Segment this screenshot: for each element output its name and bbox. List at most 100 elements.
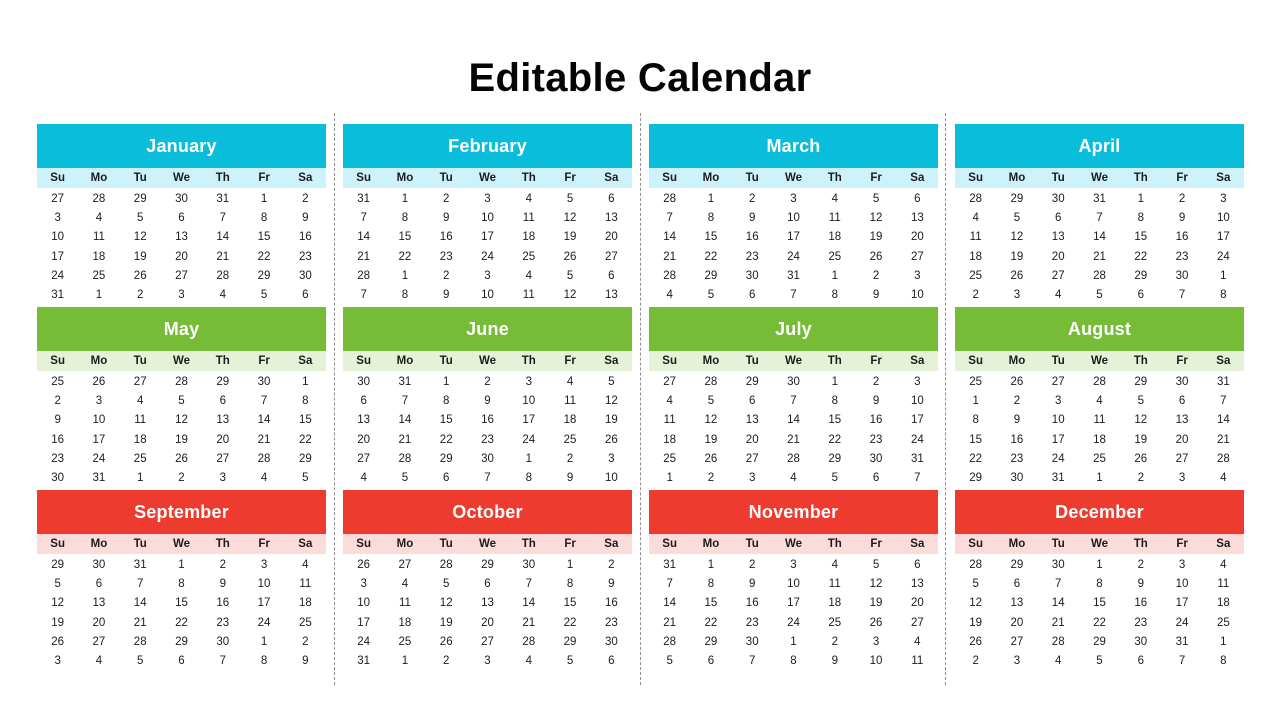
day-cell[interactable]: 4: [1079, 392, 1120, 411]
day-cell[interactable]: 4: [1203, 469, 1244, 488]
day-cell[interactable]: 30: [243, 373, 284, 392]
day-cell[interactable]: 18: [814, 594, 855, 613]
month-block[interactable]: March Su Mo Tu We Th Fr Sa 28 1 2 3 4 5 6 7 8 9 10 11 12 13 14…: [649, 124, 938, 307]
day-cell[interactable]: 4: [1203, 556, 1244, 575]
day-cell[interactable]: 8: [285, 392, 326, 411]
day-cell[interactable]: 10: [773, 575, 814, 594]
day-cell[interactable]: 23: [855, 431, 896, 450]
day-cell[interactable]: 7: [649, 209, 690, 228]
day-cell[interactable]: 28: [649, 190, 690, 209]
day-cell[interactable]: 14: [120, 594, 161, 613]
day-cell[interactable]: 20: [202, 431, 243, 450]
day-cell[interactable]: 29: [161, 633, 202, 652]
day-cell[interactable]: 6: [343, 392, 384, 411]
day-cell[interactable]: 17: [1161, 594, 1202, 613]
month-block[interactable]: November Su Mo Tu We Th Fr Sa 31 1 2 3 4 5 6 7 8 9 10 11 12 1…: [649, 490, 938, 673]
day-cell[interactable]: 8: [508, 469, 549, 488]
day-cell[interactable]: 10: [508, 392, 549, 411]
day-cell[interactable]: 4: [508, 190, 549, 209]
day-cell[interactable]: 10: [243, 575, 284, 594]
day-cell[interactable]: 22: [426, 431, 467, 450]
day-cell[interactable]: 28: [955, 556, 996, 575]
day-cell[interactable]: 27: [202, 450, 243, 469]
day-cell[interactable]: 5: [814, 469, 855, 488]
day-cell[interactable]: 23: [1161, 248, 1202, 267]
day-cell[interactable]: 20: [732, 431, 773, 450]
day-cell[interactable]: 6: [426, 469, 467, 488]
day-cell[interactable]: 28: [202, 267, 243, 286]
day-cell[interactable]: 6: [732, 286, 773, 305]
day-cell[interactable]: 23: [426, 248, 467, 267]
day-cell[interactable]: 6: [1120, 286, 1161, 305]
day-cell[interactable]: 12: [549, 286, 590, 305]
day-cell[interactable]: 2: [285, 633, 326, 652]
day-cell[interactable]: 19: [161, 431, 202, 450]
day-cell[interactable]: 4: [508, 267, 549, 286]
day-cell[interactable]: 7: [202, 209, 243, 228]
day-cell[interactable]: 18: [649, 431, 690, 450]
day-cell[interactable]: 7: [1079, 209, 1120, 228]
day-cell[interactable]: 27: [37, 190, 78, 209]
day-cell[interactable]: 15: [426, 411, 467, 430]
day-cell[interactable]: 13: [1038, 228, 1079, 247]
day-cell[interactable]: 8: [773, 652, 814, 671]
day-cell[interactable]: 21: [1079, 248, 1120, 267]
day-cell[interactable]: 26: [549, 248, 590, 267]
day-cell[interactable]: 8: [426, 392, 467, 411]
day-cell[interactable]: 7: [243, 392, 284, 411]
day-cell[interactable]: 2: [855, 373, 896, 392]
day-cell[interactable]: 11: [814, 575, 855, 594]
day-cell[interactable]: 13: [202, 411, 243, 430]
day-cell[interactable]: 2: [549, 450, 590, 469]
month-block[interactable]: December Su Mo Tu We Th Fr Sa 28 29 30 1 2 3 4 5 6 7 8 9 10 1…: [955, 490, 1244, 673]
day-cell[interactable]: 31: [1203, 373, 1244, 392]
day-cell[interactable]: 3: [467, 652, 508, 671]
day-cell[interactable]: 11: [814, 209, 855, 228]
day-cell[interactable]: 3: [1038, 392, 1079, 411]
day-cell[interactable]: 25: [955, 267, 996, 286]
day-cell[interactable]: 28: [1203, 450, 1244, 469]
day-cell[interactable]: 9: [814, 652, 855, 671]
day-cell[interactable]: 9: [37, 411, 78, 430]
day-cell[interactable]: 13: [343, 411, 384, 430]
day-cell[interactable]: 9: [426, 286, 467, 305]
day-cell[interactable]: 15: [549, 594, 590, 613]
day-cell[interactable]: 21: [120, 614, 161, 633]
day-cell[interactable]: 13: [591, 286, 632, 305]
day-cell[interactable]: 11: [897, 652, 938, 671]
day-cell[interactable]: 31: [343, 190, 384, 209]
day-cell[interactable]: 29: [996, 556, 1037, 575]
day-cell[interactable]: 11: [649, 411, 690, 430]
day-cell[interactable]: 27: [996, 633, 1037, 652]
day-cell[interactable]: 7: [508, 575, 549, 594]
day-cell[interactable]: 29: [202, 373, 243, 392]
day-cell[interactable]: 3: [243, 556, 284, 575]
day-cell[interactable]: 12: [855, 575, 896, 594]
day-cell[interactable]: 4: [955, 209, 996, 228]
day-cell[interactable]: 1: [243, 190, 284, 209]
day-cell[interactable]: 16: [202, 594, 243, 613]
day-cell[interactable]: 25: [814, 248, 855, 267]
day-cell[interactable]: 30: [773, 373, 814, 392]
day-cell[interactable]: 9: [855, 392, 896, 411]
day-cell[interactable]: 2: [161, 469, 202, 488]
day-cell[interactable]: 29: [1079, 633, 1120, 652]
day-cell[interactable]: 2: [814, 633, 855, 652]
day-cell[interactable]: 3: [161, 286, 202, 305]
day-cell[interactable]: 24: [37, 267, 78, 286]
day-cell[interactable]: 24: [508, 431, 549, 450]
day-cell[interactable]: 5: [549, 190, 590, 209]
day-cell[interactable]: 29: [467, 556, 508, 575]
day-cell[interactable]: 14: [773, 411, 814, 430]
day-cell[interactable]: 22: [243, 248, 284, 267]
day-cell[interactable]: 10: [37, 228, 78, 247]
day-cell[interactable]: 25: [1203, 614, 1244, 633]
day-cell[interactable]: 31: [343, 652, 384, 671]
day-cell[interactable]: 22: [285, 431, 326, 450]
day-cell[interactable]: 22: [384, 248, 425, 267]
day-cell[interactable]: 2: [1120, 556, 1161, 575]
day-cell[interactable]: 20: [897, 594, 938, 613]
day-cell[interactable]: 30: [732, 267, 773, 286]
day-cell[interactable]: 3: [732, 469, 773, 488]
day-cell[interactable]: 14: [508, 594, 549, 613]
